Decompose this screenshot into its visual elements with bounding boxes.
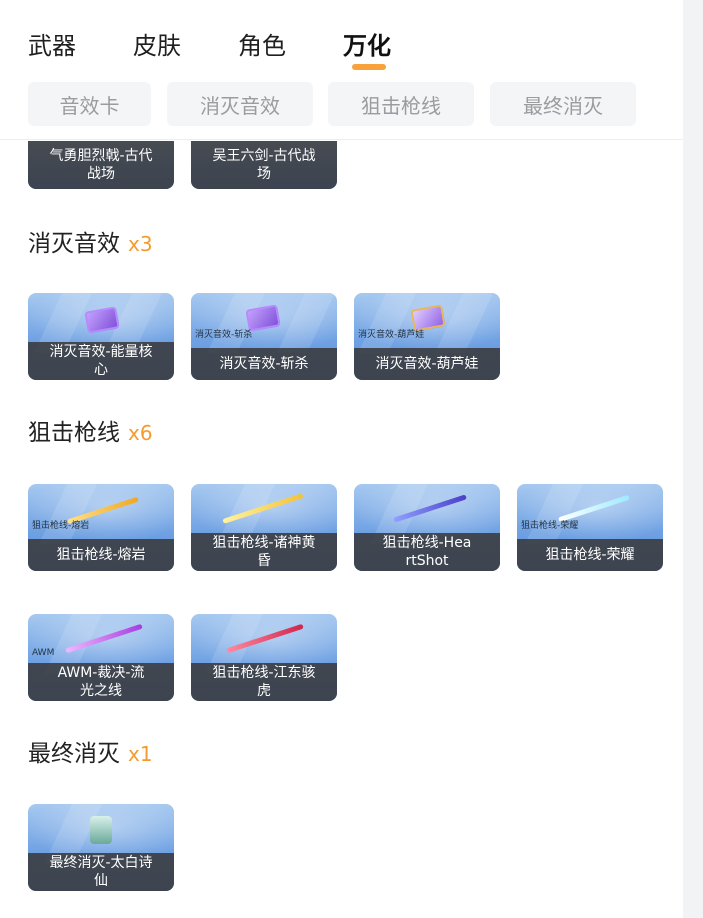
- section-count: x6: [128, 421, 153, 445]
- item-inner-label: 狙击枪线-荣耀: [521, 521, 579, 531]
- item-card[interactable]: 狙击枪线-江东骇虎: [191, 614, 337, 701]
- item-caption: 吴王六剑-古代战场: [191, 141, 337, 189]
- item-caption: 最终消灭-太白诗仙: [28, 853, 174, 891]
- section-count: x1: [128, 742, 153, 766]
- section-count: x3: [128, 232, 153, 256]
- item-caption: 狙击枪线-江东骇虎: [191, 663, 337, 701]
- item-inner-label: 狙击枪线-熔岩: [32, 521, 90, 531]
- item-caption: AWM-裁决-流 光之线: [28, 663, 174, 701]
- item-inner-label: AWM: [32, 648, 55, 658]
- item-card[interactable]: 气勇胆烈戟-古代 战场: [28, 141, 174, 189]
- section-title-final-elimination: 最终消灭 x1: [28, 741, 153, 767]
- filter-chip-elimination-sfx[interactable]: 消灭音效: [167, 82, 313, 126]
- item-caption: 消灭音效-葫芦娃: [354, 348, 500, 380]
- section-title-elimination-sfx: 消灭音效 x3: [28, 231, 153, 257]
- item-caption: 狙击枪线-Hea rtShot: [354, 533, 500, 571]
- filter-chip-sound-card[interactable]: 音效卡: [28, 82, 151, 126]
- item-card[interactable]: 消灭音效-葫芦娃 消灭音效-葫芦娃: [354, 293, 500, 380]
- item-caption: 狙击枪线-荣耀: [517, 539, 663, 571]
- category-tabs: 武器 皮肤 角色 万化: [0, 0, 683, 80]
- item-card[interactable]: 狙击枪线-荣耀 狙击枪线-荣耀: [517, 484, 663, 571]
- item-caption: 气勇胆烈戟-古代 战场: [28, 141, 174, 189]
- filter-chips: 音效卡 消灭音效 狙击枪线 最终消灭: [0, 82, 683, 140]
- active-tab-indicator: [352, 64, 386, 70]
- tab-characters[interactable]: 角色: [238, 26, 286, 61]
- item-caption: 狙击枪线-诸神黄昏: [191, 533, 337, 571]
- item-card[interactable]: 狙击枪线-熔岩 狙击枪线-熔岩: [28, 484, 174, 571]
- item-card[interactable]: 最终消灭-太白诗仙: [28, 804, 174, 891]
- item-card[interactable]: 消灭音效-能量核心: [28, 293, 174, 380]
- scroll-gutter[interactable]: [683, 0, 703, 918]
- item-caption: 狙击枪线-熔岩: [28, 539, 174, 571]
- page: 武器 皮肤 角色 万化 音效卡 消灭音效 狙击枪线 最终消灭 气勇胆烈戟-古代战…: [0, 0, 703, 918]
- item-caption: 消灭音效-能量核心: [28, 342, 174, 380]
- item-caption: 消灭音效-斩杀: [191, 348, 337, 380]
- filter-chip-sniper-line[interactable]: 狙击枪线: [328, 82, 474, 126]
- section-title-sniper-line: 狙击枪线 x6: [28, 420, 153, 446]
- item-card[interactable]: AWM AWM-裁决-流 光之线: [28, 614, 174, 701]
- tab-wanhua[interactable]: 万化: [343, 26, 391, 61]
- item-inner-label: 消灭音效-葫芦娃: [358, 330, 425, 340]
- tab-weapons[interactable]: 武器: [28, 26, 76, 61]
- filter-chip-final-elimination[interactable]: 最终消灭: [490, 82, 636, 126]
- item-card[interactable]: 消灭音效-斩杀 消灭音效-斩杀: [191, 293, 337, 380]
- item-card[interactable]: 狙击枪线-诸神黄昏: [191, 484, 337, 571]
- item-card[interactable]: 狙击枪线-Hea rtShot: [354, 484, 500, 571]
- tab-skins[interactable]: 皮肤: [133, 26, 181, 61]
- item-card[interactable]: 吴王六剑-古代战场: [191, 141, 337, 189]
- item-inner-label: 消灭音效-斩杀: [195, 330, 253, 340]
- statue-icon: [90, 816, 112, 844]
